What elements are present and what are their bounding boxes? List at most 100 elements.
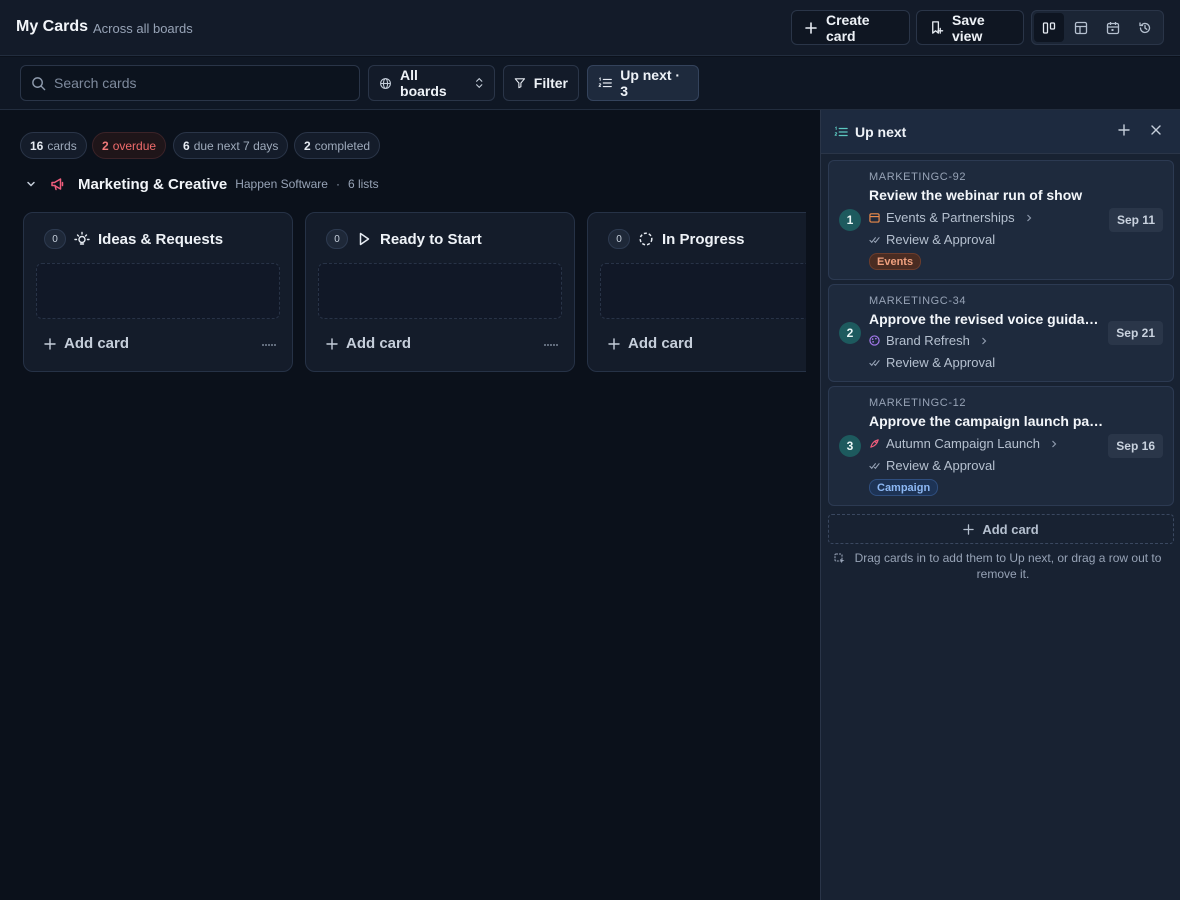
board-view-icon xyxy=(1042,21,1056,34)
due-date-badge: Sep 16 xyxy=(1108,434,1163,458)
add-card-button[interactable]: Add card xyxy=(326,335,411,352)
page-subtitle: Across all boards xyxy=(93,21,193,36)
list-title[interactable]: Ready to Start xyxy=(380,231,482,248)
list-menu-icon[interactable] xyxy=(544,343,558,347)
card-list: Review & Approval xyxy=(869,458,995,473)
chevron-right-icon xyxy=(1052,440,1057,447)
stat-value: 2 xyxy=(304,138,311,153)
due-date-badge: Sep 11 xyxy=(1108,208,1163,232)
up-next-card[interactable]: 3 MARKETINGC-12 Approve the campaign lau… xyxy=(828,386,1174,506)
rocket-icon xyxy=(870,439,879,448)
chevron-down-icon[interactable] xyxy=(24,177,38,191)
card-list: Review & Approval xyxy=(869,232,995,247)
create-card-button[interactable]: Create card xyxy=(791,10,910,45)
calendar-view-button[interactable] xyxy=(1098,13,1128,42)
plus-icon xyxy=(44,337,56,350)
approval-check-icon xyxy=(869,360,880,367)
view-switcher xyxy=(1031,10,1164,45)
card-title: Approve the revised voice guidance xyxy=(869,311,1105,327)
panel-add-card-button[interactable]: Add card xyxy=(828,514,1174,544)
top-bar: My Cards Across all boards Create card S… xyxy=(0,0,1180,56)
card-board[interactable]: Events & Partnerships xyxy=(869,210,1033,225)
card-title: Approve the campaign launch pack... xyxy=(869,413,1105,429)
list-column: 0 Ready to Start Add card xyxy=(305,212,575,372)
list-header: 0 In Progress xyxy=(608,229,745,249)
list-dropzone[interactable] xyxy=(318,263,562,319)
add-card-label: Add card xyxy=(628,335,694,352)
list-ordered-icon xyxy=(598,77,612,88)
panel-header: Up next xyxy=(821,110,1180,154)
card-key: MARKETINGC-92 xyxy=(869,171,967,183)
list-title[interactable]: Ideas & Requests xyxy=(98,231,223,248)
card-board[interactable]: Brand Refresh xyxy=(869,333,988,348)
list-menu-icon[interactable] xyxy=(262,343,276,347)
board-name[interactable]: Marketing & Creative xyxy=(78,176,227,193)
list-header: 0 Ideas & Requests xyxy=(44,229,223,249)
up-next-card[interactable]: 1 MARKETINGC-92 Review the webinar run o… xyxy=(828,160,1174,280)
card-tag: Events xyxy=(869,253,922,270)
stat-chip-due-soon[interactable]: 6 due next 7 days xyxy=(173,132,289,159)
all-boards-select[interactable]: All boards xyxy=(368,65,495,101)
list-column: 0 Ideas & Requests Add card xyxy=(23,212,293,372)
list-dropzone[interactable] xyxy=(600,263,806,319)
calendar-view-icon xyxy=(1106,21,1120,34)
filter-bar: All boards Filter Up next · 3 xyxy=(0,57,1180,110)
progress-circle-icon xyxy=(639,232,653,246)
filter-icon xyxy=(514,78,526,89)
chevron-right-icon xyxy=(1026,214,1031,221)
megaphone-icon xyxy=(51,178,64,191)
close-icon[interactable] xyxy=(1150,124,1162,136)
card-list-name: Review & Approval xyxy=(886,355,996,370)
plus-icon xyxy=(326,337,338,350)
board-workspace: Happen Software xyxy=(235,177,328,191)
stat-label: completed xyxy=(314,138,371,153)
board-view-button[interactable] xyxy=(1034,13,1064,42)
approval-check-icon xyxy=(869,463,880,470)
table-view-button[interactable] xyxy=(1066,13,1096,42)
list-title[interactable]: In Progress xyxy=(662,231,745,248)
save-view-button[interactable]: Save view xyxy=(916,10,1024,45)
search-icon xyxy=(32,76,46,90)
board-lists: 0 Ideas & Requests Add card 0 Ready to S… xyxy=(0,200,806,400)
stat-label: due next 7 days xyxy=(193,138,279,153)
plus-icon[interactable] xyxy=(1118,124,1130,136)
list-column: 0 In Progress Add card xyxy=(587,212,806,372)
list-dropzone[interactable] xyxy=(36,263,280,319)
due-date-badge: Sep 21 xyxy=(1108,321,1163,345)
play-icon xyxy=(359,232,370,246)
filter-button[interactable]: Filter xyxy=(503,65,579,101)
search-box[interactable] xyxy=(20,65,360,101)
table-view-icon xyxy=(1074,21,1088,34)
rank-badge: 3 xyxy=(839,435,861,457)
search-input[interactable] xyxy=(54,75,349,91)
up-next-panel: Up next 1 MARKETINGC-92 Review the webin… xyxy=(820,110,1180,900)
add-card-button[interactable]: Add card xyxy=(44,335,129,352)
palette-icon xyxy=(869,335,880,346)
panel-hint-text: Drag cards in to add them to Up next, or… xyxy=(854,551,1162,581)
card-tag: Campaign xyxy=(869,479,939,496)
plus-icon xyxy=(608,337,620,350)
rank-badge: 2 xyxy=(839,322,861,344)
filter-label: Filter xyxy=(533,75,568,91)
lightbulb-icon xyxy=(74,231,90,245)
chevron-up-down-icon xyxy=(475,77,482,89)
all-boards-label: All boards xyxy=(400,67,447,99)
stat-chip-cards[interactable]: 16 cards xyxy=(20,132,87,159)
stat-label: overdue xyxy=(112,138,157,153)
history-view-button[interactable] xyxy=(1130,13,1160,42)
stat-chip-overdue[interactable]: 2 overdue xyxy=(92,132,167,159)
stat-chip-completed[interactable]: 2 completed xyxy=(294,132,381,159)
list-ordered-icon xyxy=(834,126,848,137)
add-card-label: Add card xyxy=(64,335,130,352)
up-next-card[interactable]: 2 MARKETINGC-34 Approve the revised voic… xyxy=(828,284,1174,382)
card-board[interactable]: Autumn Campaign Launch xyxy=(869,436,1058,451)
card-title: Review the webinar run of show xyxy=(869,187,1083,203)
panel-add-card-label: Add card xyxy=(982,521,1039,537)
add-card-button[interactable]: Add card xyxy=(608,335,693,352)
approval-check-icon xyxy=(869,237,880,244)
list-count: 0 xyxy=(326,229,348,249)
up-next-toggle[interactable]: Up next · 3 xyxy=(587,65,699,101)
plus-icon xyxy=(963,523,975,535)
board-lists-count: 6 lists xyxy=(347,177,379,191)
board-header: Marketing & Creative Happen Software · 6… xyxy=(24,172,379,196)
